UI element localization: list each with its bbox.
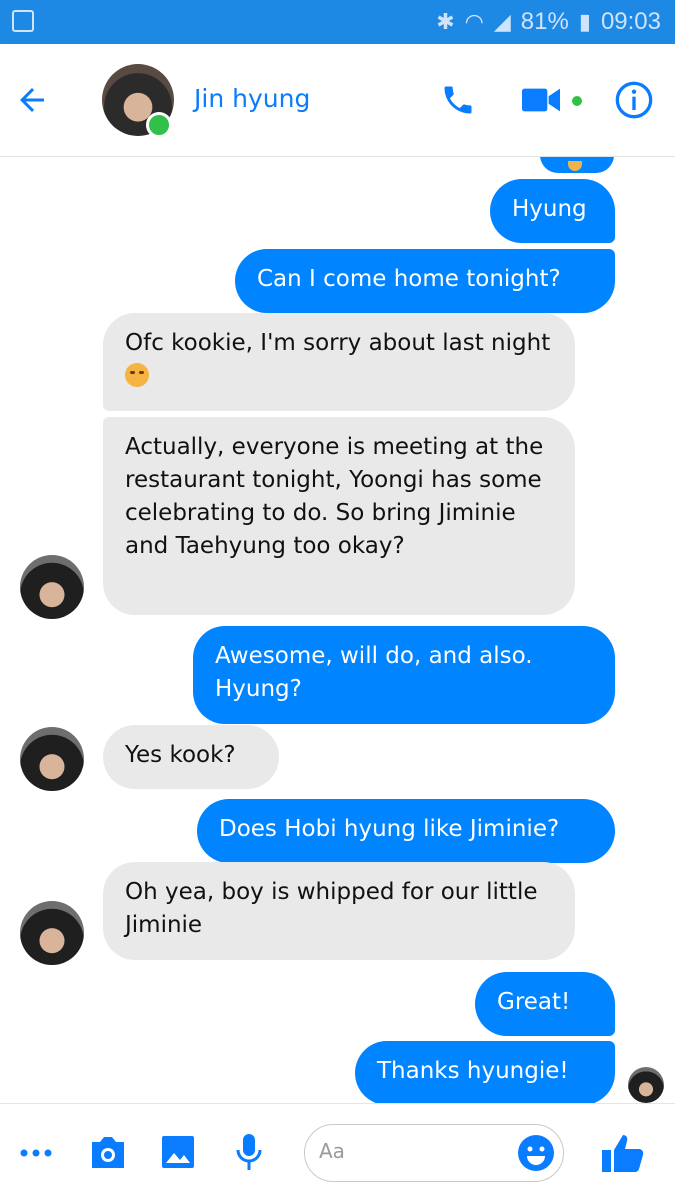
message-bubble-incoming[interactable]: Ofc kookie, I'm sorry about last night (103, 313, 575, 411)
gallery-notification-icon (12, 10, 34, 32)
contact-name[interactable]: Jin hyung (194, 84, 310, 113)
thumbs-up-icon[interactable] (600, 1132, 646, 1174)
info-icon[interactable] (614, 80, 654, 120)
battery-percent: 81% (520, 8, 569, 35)
conversation-header: Jin hyung (0, 44, 675, 157)
contact-avatar-small (20, 727, 84, 791)
emoji-icon[interactable] (517, 1134, 555, 1172)
gallery-icon[interactable] (160, 1134, 196, 1170)
camera-icon[interactable] (88, 1134, 128, 1170)
message-bubble-incoming[interactable]: Oh yea, boy is whipped for our little Ji… (103, 862, 575, 960)
message-input[interactable]: Aa (304, 1124, 564, 1182)
message-text: Ofc kookie, I'm sorry about last night (125, 330, 551, 356)
seen-avatar (628, 1067, 664, 1103)
message-bubble-incoming[interactable]: Yes kook? (103, 725, 279, 789)
composer-bar: Aa (0, 1103, 675, 1201)
video-online-indicator (572, 96, 582, 106)
contact-avatar-small (20, 555, 84, 619)
microphone-icon[interactable] (234, 1132, 264, 1172)
sad-face-emoji-icon (125, 363, 149, 387)
video-camera-icon[interactable] (522, 86, 560, 114)
status-bar: ✱ ◠ ◢ 81% ▮ 09:03 (0, 0, 675, 44)
message-bubble-outgoing[interactable]: Hyung (490, 179, 615, 243)
signal-icon: ◢ (493, 9, 511, 34)
more-icon[interactable] (18, 1138, 54, 1168)
message-bubble-outgoing[interactable]: Awesome, will do, and also. Hyung? (193, 626, 615, 724)
contact-avatar-small (20, 901, 84, 965)
message-bubble-outgoing[interactable]: Great! (475, 972, 615, 1036)
back-arrow-icon[interactable] (14, 82, 50, 118)
clock: 09:03 (600, 8, 661, 35)
status-right: ✱ ◠ ◢ 81% ▮ 09:03 (436, 8, 661, 36)
message-list[interactable]: Hyung Can I come home tonight? Ofc kooki… (0, 157, 675, 1103)
message-bubble-outgoing[interactable]: Thanks hyungie! (355, 1041, 615, 1103)
phone-icon[interactable] (440, 82, 476, 118)
battery-icon: ▮ (578, 9, 591, 34)
message-input-placeholder: Aa (319, 1139, 345, 1163)
message-bubble-incoming[interactable]: Actually, everyone is meeting at the res… (103, 417, 575, 615)
online-indicator (146, 112, 172, 138)
message-bubble-outgoing[interactable]: Does Hobi hyung like Jiminie? (197, 799, 615, 863)
wifi-icon: ◠ (464, 9, 484, 34)
message-bubble-outgoing[interactable]: Can I come home tonight? (235, 249, 615, 313)
bluetooth-icon: ✱ (436, 9, 455, 34)
